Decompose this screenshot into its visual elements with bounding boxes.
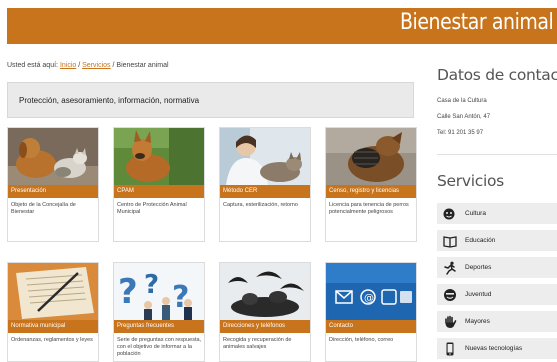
breadcrumb-current: Bienestar animal xyxy=(116,62,169,69)
card-title: Presentación xyxy=(8,185,98,198)
muzzled-dog-photo xyxy=(326,128,416,185)
breadcrumb-link-services[interactable]: Servicios xyxy=(82,62,110,69)
card-title: Método CER xyxy=(220,185,310,198)
contact-place: Casa de la Cultura xyxy=(437,98,487,104)
service-label: Educación xyxy=(465,237,496,244)
card-direcciones-telefonos[interactable]: Direcciones y teléfonos Recogida y recup… xyxy=(219,262,311,362)
card-normativa-municipal[interactable]: Normativa municipal Ordenanzas, reglamen… xyxy=(7,262,99,362)
hand-icon xyxy=(445,315,457,328)
dog-and-cat-photo xyxy=(8,128,98,185)
open-book-icon xyxy=(443,236,457,248)
card-title: Direcciones y teléfonos xyxy=(220,320,310,333)
service-label: Nuevas tecnologías xyxy=(465,345,523,352)
card-description: Captura, esterilización, retorno xyxy=(223,202,298,208)
card-presentacion[interactable]: Presentación Objeto de la Concejalía de … xyxy=(7,127,99,242)
card-description: Dirección, teléfono, correo xyxy=(329,337,394,343)
service-label: Juventud xyxy=(465,291,492,298)
card-preguntas-frecuentes[interactable]: ? ? ? Preguntas frecuentes Serie de preg… xyxy=(113,262,205,362)
breadcrumb: Usted está aquí: Inicio / Servicios / Bi… xyxy=(7,62,169,69)
breadcrumb-prefix: Usted está aquí: xyxy=(7,62,58,69)
header-banner: Bienestar animal xyxy=(7,8,557,44)
card-description: Objeto de la Concejalía de Bienestar xyxy=(11,202,76,215)
service-item-juventud[interactable]: Juventud xyxy=(437,284,557,306)
dog-on-grass-photo xyxy=(114,128,204,185)
smiley-face-icon xyxy=(444,289,456,301)
breadcrumb-separator: / xyxy=(112,62,115,69)
document-and-pen-photo xyxy=(8,263,98,320)
services-heading: Servicios xyxy=(437,172,504,190)
service-item-cultura[interactable]: Cultura xyxy=(437,203,557,225)
contact-heading: Datos de contacto xyxy=(437,66,557,84)
birds-silhouette-photo xyxy=(220,263,310,320)
contact-phone: Tel: 91 201 35 97 xyxy=(437,130,484,136)
card-description: Serie de preguntas con respuesta, con el… xyxy=(117,337,202,357)
contact-street: Calle San Antón, 47 xyxy=(437,114,491,120)
service-item-educacion[interactable]: Educación xyxy=(437,230,557,252)
service-item-nuevas-tecnologias[interactable]: Nuevas tecnologías xyxy=(437,338,557,360)
svg-text:?: ? xyxy=(144,270,159,300)
page-title: Bienestar animal xyxy=(399,10,554,35)
theater-masks-icon xyxy=(443,208,455,220)
card-title: Preguntas frecuentes xyxy=(114,320,204,333)
card-description: Licencia para tenencia de perros potenci… xyxy=(329,202,409,215)
card-metodo-cer[interactable]: Método CER Captura, esterilización, reto… xyxy=(219,127,311,242)
running-person-icon xyxy=(444,261,456,275)
card-title: Contacto xyxy=(326,320,416,333)
card-description: Centro de Protección Animal Municipal xyxy=(117,202,187,215)
svg-text:?: ? xyxy=(118,272,138,312)
breadcrumb-link-home[interactable]: Inicio xyxy=(60,62,76,69)
card-description: Ordenanzas, reglamentos y leyes xyxy=(11,337,93,343)
card-description: Recogida y recuperación de animales salv… xyxy=(223,337,292,350)
veterinarian-with-cat-photo xyxy=(220,128,310,185)
service-label: Deportes xyxy=(465,264,492,271)
service-label: Mayores xyxy=(465,318,490,325)
service-label: Cultura xyxy=(465,210,486,217)
svg-text:@: @ xyxy=(364,293,374,304)
card-title: Normativa municipal xyxy=(8,320,98,333)
divider xyxy=(437,154,557,155)
card-title: CPAM xyxy=(114,185,204,198)
service-item-mayores[interactable]: Mayores xyxy=(437,311,557,333)
breadcrumb-separator: / xyxy=(78,62,81,69)
smartphone-icon xyxy=(446,342,454,356)
card-censo-registro-licencias[interactable]: Censo, registro y licencias Licencia par… xyxy=(325,127,417,242)
card-title: Censo, registro y licencias xyxy=(326,185,416,198)
service-item-deportes[interactable]: Deportes xyxy=(437,257,557,279)
question-marks-illustration: ? ? ? xyxy=(114,263,204,320)
intro-text: Protección, asesoramiento, información, … xyxy=(19,96,200,105)
intro-box: Protección, asesoramiento, información, … xyxy=(7,82,414,118)
card-contacto[interactable]: @ Contacto Dirección, teléfono, correo xyxy=(325,262,417,362)
contact-icons-image: @ xyxy=(326,263,416,320)
card-cpam[interactable]: CPAM Centro de Protección Animal Municip… xyxy=(113,127,205,242)
